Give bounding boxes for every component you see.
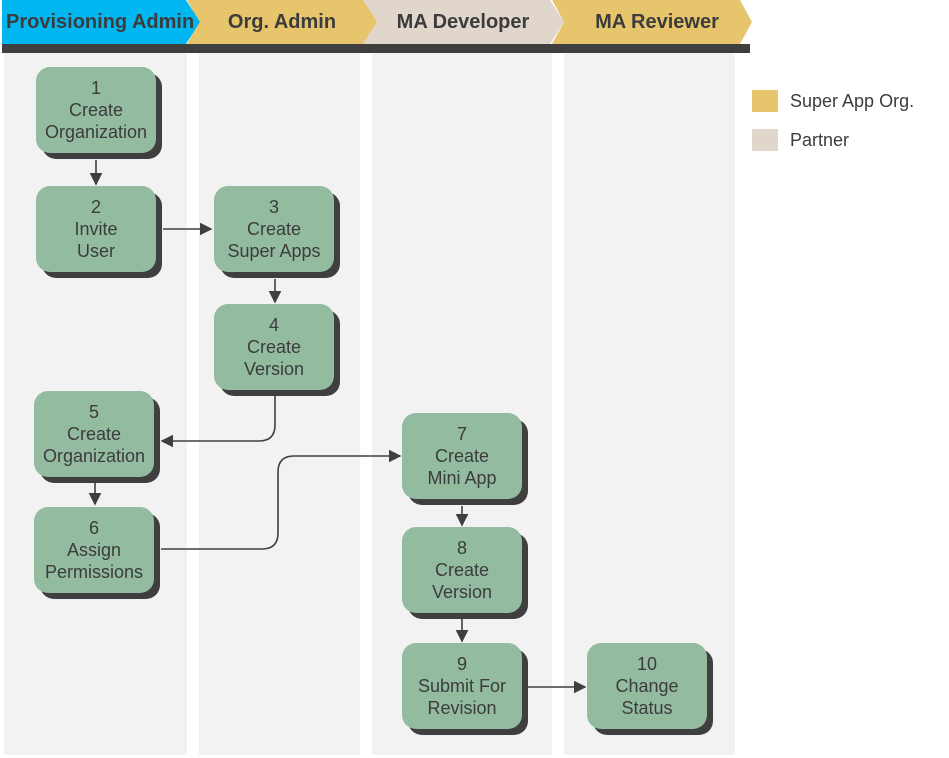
step-label: Revision <box>427 698 497 718</box>
step-number: 2 <box>90 197 101 217</box>
step-6-assign-permissions[interactable]: 6 Assign Permissions <box>34 507 160 599</box>
step-label: Create <box>434 446 490 466</box>
step-label: Version <box>243 359 305 379</box>
legend-label: Super App Org. <box>790 90 915 111</box>
step-3-create-super-apps[interactable]: 3 Create Super Apps <box>214 186 340 278</box>
step-2-invite-user[interactable]: 2 Invite User <box>36 186 162 278</box>
step-1-create-organization[interactable]: 1 Create Organization <box>36 67 162 159</box>
legend-item-partner: Partner <box>752 129 849 151</box>
step-number: 9 <box>456 654 467 674</box>
step-label: Organization <box>42 446 146 466</box>
arrow-4-5 <box>160 396 276 448</box>
step-label: Invite <box>74 219 118 239</box>
step-label: Super Apps <box>227 241 321 261</box>
step-number: 10 <box>636 654 658 674</box>
step-label: Organization <box>44 122 148 142</box>
step-number: 4 <box>268 315 279 335</box>
step-label: Permissions <box>44 562 144 582</box>
step-label: Create <box>246 219 302 239</box>
step-10-change-status[interactable]: 10 Change Status <box>587 643 713 735</box>
step-8-create-version[interactable]: 8 Create Version <box>402 527 528 619</box>
legend-swatch <box>752 90 778 112</box>
step-number: 8 <box>456 538 467 558</box>
step-9-submit-for-revision[interactable]: 9 Submit For Revision <box>402 643 528 735</box>
step-label: Submit For <box>417 676 507 696</box>
legend-label: Partner <box>790 129 850 150</box>
arrow-6-7 <box>161 449 402 550</box>
step-number: 7 <box>456 424 467 444</box>
step-label: Version <box>431 582 493 602</box>
step-label: Create <box>66 424 122 444</box>
step-4-create-version[interactable]: 4 Create Version <box>214 304 340 396</box>
step-label: Mini App <box>427 468 497 488</box>
step-label: Create <box>68 100 124 120</box>
step-7-create-mini-app[interactable]: 7 Create Mini App <box>402 413 528 505</box>
step-label: Assign <box>66 540 122 560</box>
step-label: Create <box>434 560 490 580</box>
step-label: Create <box>246 337 302 357</box>
step-5-create-organization[interactable]: 5 Create Organization <box>34 391 160 483</box>
step-number: 1 <box>90 78 101 98</box>
legend-item-super-app-org: Super App Org. <box>752 90 914 112</box>
step-label: Status <box>621 698 673 718</box>
step-number: 6 <box>88 518 99 538</box>
step-label: Change <box>615 676 679 696</box>
step-number: 5 <box>88 402 99 422</box>
legend-swatch <box>752 129 778 151</box>
step-label: User <box>76 241 115 261</box>
step-number: 3 <box>268 197 279 217</box>
